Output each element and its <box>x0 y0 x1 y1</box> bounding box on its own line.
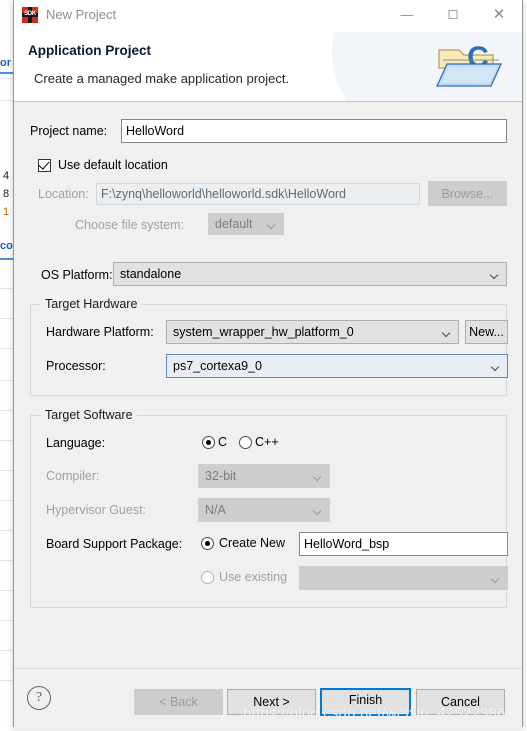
bg-separator <box>0 560 14 561</box>
language-radio-cpp-label: C++ <box>255 435 279 449</box>
chevron-down-icon <box>492 576 499 583</box>
bsp-create-new-radio[interactable] <box>201 537 214 550</box>
bg-separator <box>0 590 14 591</box>
target-software-group-title: Target Software <box>41 408 137 422</box>
bg-rule <box>0 258 14 260</box>
dialog-titlebar[interactable]: SDK New Project — ☐ ✕ <box>14 0 522 32</box>
dialog-header: Application Project Create a managed mak… <box>14 32 522 102</box>
minimize-icon: — <box>400 7 414 22</box>
bg-separator <box>0 680 14 681</box>
bg-separator <box>0 650 14 651</box>
choose-file-system-value: default <box>215 217 253 231</box>
bg-separator <box>0 288 14 289</box>
maximize-button[interactable]: ☐ <box>430 0 476 30</box>
choose-file-system-label: Choose file system: <box>75 218 185 232</box>
hardware-platform-label: Hardware Platform: <box>46 325 154 339</box>
compiler-combo[interactable]: 32-bit <box>198 464 330 488</box>
page-title: Application Project <box>28 43 152 58</box>
hardware-platform-combo[interactable]: system_wrapper_hw_platform_0 <box>166 320 459 344</box>
bg-separator <box>0 318 14 319</box>
chevron-down-icon <box>492 364 499 371</box>
location-input[interactable]: F:\zynq\helloworld\helloworld.sdk\HelloW… <box>96 183 420 205</box>
dialog-title: New Project <box>46 7 117 22</box>
chevron-down-icon <box>314 508 321 515</box>
bg-separator <box>0 380 14 381</box>
chevron-down-icon <box>314 474 321 481</box>
finish-button-label: Finish <box>348 693 383 707</box>
c-folder-icon: C <box>435 41 503 87</box>
os-platform-combo[interactable]: standalone <box>113 262 507 286</box>
bg-separator <box>0 410 14 411</box>
bg-text-fragment: co <box>0 240 13 252</box>
bsp-create-new-label: Create New <box>219 536 285 550</box>
processor-combo[interactable]: ps7_cortexa9_0 <box>166 354 508 378</box>
os-platform-value: standalone <box>120 267 182 281</box>
dialog-body: Project name: HelloWord Use default loca… <box>14 102 522 668</box>
language-radio-c[interactable] <box>202 436 215 449</box>
compiler-label: Compiler: <box>46 469 100 483</box>
use-default-location-checkbox[interactable] <box>38 158 51 172</box>
language-label: Language: <box>46 436 106 450</box>
bg-rule <box>0 72 14 74</box>
bsp-use-existing-radio[interactable] <box>201 571 214 584</box>
processor-value: ps7_cortexa9_0 <box>173 359 262 373</box>
bg-text-fragment: 1 <box>3 206 10 218</box>
bg-separator <box>0 440 14 441</box>
browse-button[interactable]: Browse... <box>428 181 507 206</box>
next-button[interactable]: Next > <box>227 689 316 715</box>
new-hardware-platform-button[interactable]: New... <box>465 320 508 344</box>
language-radio-cpp[interactable] <box>239 436 252 449</box>
bg-separator <box>0 78 14 79</box>
bg-text-fragment: 8 <box>3 188 10 200</box>
bg-separator <box>0 620 14 621</box>
target-software-group: Target Software Language: C C++ Compiler… <box>30 408 508 608</box>
use-default-location-label: Use default location <box>58 158 168 172</box>
bsp-use-existing-label: Use existing <box>219 570 288 584</box>
new-project-dialog: SDK New Project — ☐ ✕ Application Projec… <box>13 0 523 729</box>
project-name-input[interactable]: HelloWord <box>121 119 507 143</box>
chevron-down-icon <box>491 272 498 279</box>
close-icon: ✕ <box>492 6 506 23</box>
compiler-value: 32-bit <box>205 469 237 483</box>
dialog-footer: ? < Back Next > Finish Cancel <box>14 668 522 729</box>
hypervisor-guest-value: N/A <box>205 503 226 517</box>
bg-text-fragment: or <box>0 57 11 69</box>
check-icon <box>38 158 50 170</box>
hypervisor-guest-label: Hypervisor Guest: <box>46 503 147 517</box>
maximize-icon: ☐ <box>447 8 459 22</box>
processor-label: Processor: <box>46 359 106 373</box>
finish-button[interactable]: Finish <box>320 688 411 716</box>
help-icon[interactable]: ? <box>27 686 51 710</box>
hardware-platform-value: system_wrapper_hw_platform_0 <box>173 325 354 339</box>
back-button[interactable]: < Back <box>134 689 223 715</box>
target-hardware-group-title: Target Hardware <box>41 297 142 311</box>
chevron-down-icon <box>268 222 275 229</box>
language-radio-c-label: C <box>218 435 228 449</box>
minimize-button[interactable]: — <box>384 0 430 30</box>
bsp-use-existing-combo[interactable] <box>299 566 508 590</box>
bsp-create-new-input[interactable]: HelloWord_bsp <box>299 532 508 556</box>
bg-separator <box>0 100 14 101</box>
cancel-button[interactable]: Cancel <box>416 689 505 715</box>
close-button[interactable]: ✕ <box>476 0 522 30</box>
help-glyph: ? <box>35 690 43 705</box>
chevron-down-icon <box>443 330 450 337</box>
sdk-icon-label: SDK <box>24 11 36 17</box>
bg-separator <box>0 500 14 501</box>
bg-separator <box>0 348 14 349</box>
hypervisor-guest-combo[interactable]: N/A <box>198 498 330 522</box>
project-name-label: Project name: <box>30 124 108 138</box>
bg-separator <box>0 470 14 471</box>
sdk-icon: SDK <box>22 7 38 23</box>
os-platform-label: OS Platform: <box>41 268 113 282</box>
bg-text-fragment: 4 <box>3 170 10 182</box>
target-hardware-group: Target Hardware Hardware Platform: syste… <box>30 297 508 396</box>
page-subtitle: Create a managed make application projec… <box>34 71 290 86</box>
location-label: Location: <box>38 187 89 201</box>
choose-file-system-combo[interactable]: default <box>208 213 284 235</box>
bg-separator <box>0 530 14 531</box>
board-support-package-label: Board Support Package: <box>46 537 183 551</box>
